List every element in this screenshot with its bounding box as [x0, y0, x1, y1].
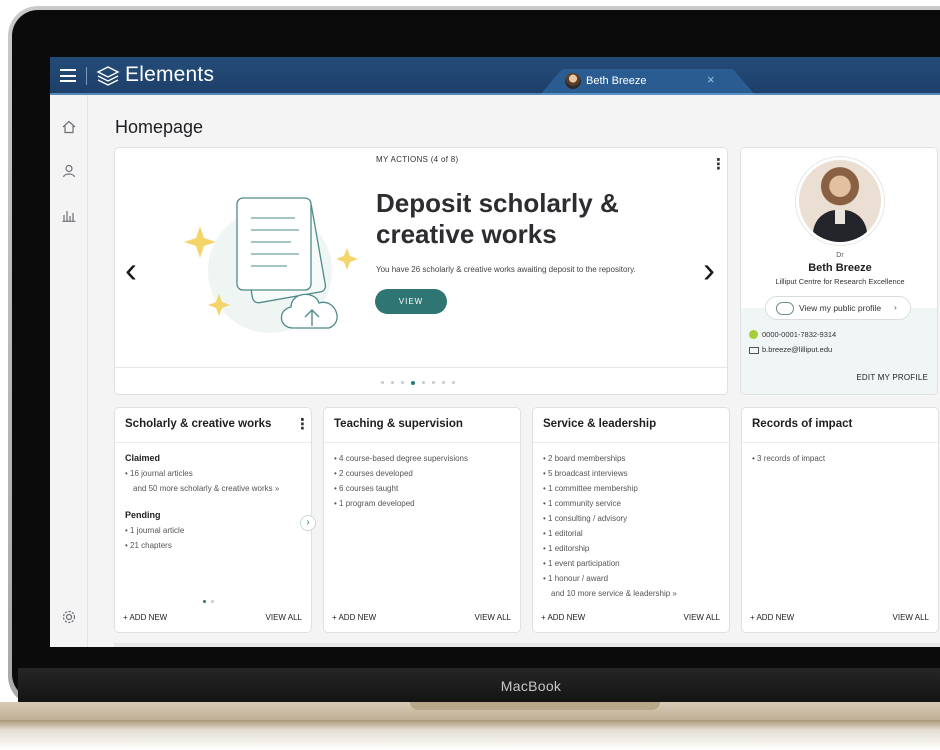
profile-photo: [799, 160, 881, 242]
list-item[interactable]: • 1 journal article: [125, 523, 303, 538]
list-item[interactable]: • 2 courses developed: [334, 466, 512, 481]
more-options-icon[interactable]: ⋮: [295, 417, 310, 432]
card-title: Teaching & supervision: [334, 418, 463, 430]
view-all-button[interactable]: VIEW ALL: [893, 613, 929, 622]
settings-icon[interactable]: [61, 609, 77, 625]
user-tab-name[interactable]: Beth Breeze: [586, 75, 647, 87]
chevron-right-icon[interactable]: ›: [703, 252, 715, 288]
carousel-dot[interactable]: [422, 381, 425, 384]
my-actions-card: MY ACTIONS (4 of 8) ⋮ Deposit scholarly …: [114, 147, 728, 395]
laptop-shadow: [0, 730, 940, 750]
mail-icon: [749, 347, 759, 354]
list-item[interactable]: • 1 program developed: [334, 496, 512, 511]
laptop-notch: [410, 702, 660, 710]
list-item[interactable]: • 1 editorship: [543, 541, 721, 556]
carousel-dot[interactable]: [381, 381, 384, 384]
pending-heading: Pending: [125, 510, 161, 520]
card-pager-dots[interactable]: [203, 600, 214, 603]
view-all-button[interactable]: VIEW ALL: [266, 613, 302, 622]
view-all-button[interactable]: VIEW ALL: [475, 613, 511, 622]
edit-profile-link[interactable]: EDIT MY PROFILE: [856, 373, 928, 382]
add-new-button[interactable]: + ADD NEW: [123, 613, 167, 622]
orcid-icon: [749, 330, 758, 339]
carousel-dot[interactable]: [452, 381, 455, 384]
laptop-base-lip: [0, 720, 940, 730]
scholarly-works-card: Scholarly & creative works ⋮ Claimed • 1…: [114, 407, 312, 633]
brand-name[interactable]: Elements: [125, 63, 214, 87]
documents-upload-illustration: [184, 197, 358, 333]
service-leadership-card: Service & leadership • 2 board membershi…: [532, 407, 730, 633]
list-item[interactable]: • 1 committee membership: [543, 481, 721, 496]
list-item[interactable]: • 3 records of impact: [752, 451, 930, 466]
person-icon[interactable]: [61, 163, 77, 179]
topbar-divider: [86, 67, 87, 85]
carousel-dot[interactable]: [432, 381, 435, 384]
page-title: Homepage: [115, 117, 204, 137]
more-service-link[interactable]: and 10 more service & leadership »: [543, 586, 721, 601]
carousel-dot[interactable]: [442, 381, 445, 384]
carousel-dot[interactable]: [411, 380, 415, 385]
device-label: MacBook: [500, 678, 562, 694]
profile-name: Beth Breeze: [808, 262, 872, 274]
list-item[interactable]: • 1 honour / award: [543, 571, 721, 586]
view-all-button[interactable]: VIEW ALL: [684, 613, 720, 622]
list-item[interactable]: • 1 community service: [543, 496, 721, 511]
profile-card: Dr Beth Breeze Lilliput Centre for Resea…: [740, 147, 938, 395]
add-new-button[interactable]: + ADD NEW: [750, 613, 794, 622]
card-title: Service & leadership: [543, 418, 657, 430]
list-item[interactable]: • 1 consulting / advisory: [543, 511, 721, 526]
elements-logo-icon: [96, 66, 120, 86]
carousel-dots[interactable]: [381, 380, 455, 385]
action-description: You have 26 scholarly & creative works a…: [376, 265, 636, 274]
email-address[interactable]: b.breeze@lilliput.edu: [762, 345, 832, 354]
add-new-button[interactable]: + ADD NEW: [541, 613, 585, 622]
topbar-accent-line: [50, 93, 940, 95]
chevron-left-icon[interactable]: ‹: [125, 252, 137, 288]
list-item[interactable]: • 6 courses taught: [334, 481, 512, 496]
list-item[interactable]: • 1 event participation: [543, 556, 721, 571]
actions-counter: MY ACTIONS (4 of 8): [376, 155, 459, 164]
action-title: Deposit scholarly & creative works: [376, 188, 619, 249]
more-options-icon[interactable]: ⋮: [711, 157, 726, 172]
app-screen: Elements Beth Breeze × Homepage MY ACTIO…: [50, 57, 940, 647]
menu-icon[interactable]: [60, 69, 76, 82]
view-public-profile-label: View my public profile: [799, 303, 882, 313]
monitor-icon: [776, 302, 794, 315]
view-button[interactable]: VIEW: [375, 289, 447, 314]
list-item[interactable]: • 4 course-based degree supervisions: [334, 451, 512, 466]
bar-chart-icon[interactable]: [61, 207, 77, 223]
list-item[interactable]: • 5 broadcast interviews: [543, 466, 721, 481]
card-title: Records of impact: [752, 418, 853, 430]
profile-department: Lilliput Centre for Research Excellence: [775, 277, 905, 286]
chevron-right-icon: ›: [894, 302, 897, 312]
carousel-dot[interactable]: [391, 381, 394, 384]
user-avatar: [565, 73, 581, 89]
claimed-heading: Claimed: [125, 453, 161, 463]
more-scholarly-link[interactable]: and 50 more scholarly & creative works »: [125, 481, 303, 496]
close-icon[interactable]: ×: [707, 72, 715, 87]
chevron-right-icon[interactable]: ›: [300, 515, 316, 531]
add-new-button[interactable]: + ADD NEW: [332, 613, 376, 622]
laptop-mockup: MacBook Elements Beth Breeze × Homepage …: [0, 0, 940, 750]
left-nav: [50, 95, 88, 647]
orcid-id[interactable]: 0000-0001-7832-9314: [762, 330, 836, 339]
list-item[interactable]: • 16 journal articles: [125, 466, 303, 481]
next-row-strip: [114, 643, 940, 647]
card-title: Scholarly & creative works: [125, 418, 272, 430]
teaching-supervision-card: Teaching & supervision • 4 course-based …: [323, 407, 521, 633]
list-item[interactable]: • 1 editorial: [543, 526, 721, 541]
records-of-impact-card: Records of impact • 3 records of impact …: [741, 407, 939, 633]
list-item[interactable]: • 2 board memberships: [543, 451, 721, 466]
view-public-profile-button[interactable]: View my public profile ›: [765, 296, 911, 320]
home-icon[interactable]: [61, 119, 77, 135]
list-item[interactable]: • 21 chapters: [125, 538, 303, 553]
card-divider: [115, 367, 727, 368]
profile-title: Dr: [836, 252, 844, 259]
carousel-dot[interactable]: [401, 381, 404, 384]
top-bar: Elements Beth Breeze ×: [50, 57, 940, 95]
